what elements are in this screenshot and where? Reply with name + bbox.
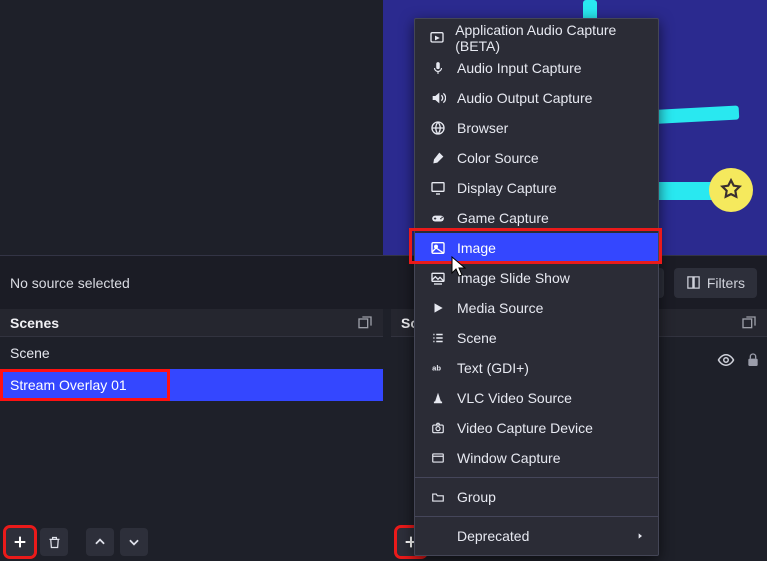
vlc-icon (429, 390, 447, 406)
no-source-label: No source selected (10, 275, 130, 291)
ctx-item-label: Media Source (457, 300, 543, 316)
submenu-arrow-icon (636, 530, 644, 542)
remove-scene-button[interactable] (40, 528, 68, 556)
brush-icon (429, 150, 447, 166)
ctx-item-label: Window Capture (457, 450, 561, 466)
ctx-item-label: Group (457, 489, 496, 505)
scene-label: Scene (10, 345, 50, 361)
scenes-panel-header: Scenes (0, 309, 383, 337)
filters-button[interactable]: Filters (674, 268, 757, 298)
ctx-item-label: Audio Input Capture (457, 60, 582, 76)
globe-icon (429, 120, 447, 136)
ctx-item-application-audio-capture-beta[interactable]: Application Audio Capture (BETA) (415, 23, 658, 53)
ctx-item-label: Text (GDI+) (457, 360, 529, 376)
mic-icon (429, 60, 447, 76)
monitor-icon (429, 180, 447, 196)
slideshow-icon (429, 270, 447, 286)
menu-separator (415, 516, 658, 517)
ctx-item-browser[interactable]: Browser (415, 113, 658, 143)
ctx-item-scene[interactable]: Scene (415, 323, 658, 353)
annotation-box (0, 369, 170, 401)
star-icon (709, 168, 753, 212)
ctx-item-label: Image (457, 240, 496, 256)
ctx-item-label: Display Capture (457, 180, 557, 196)
ctx-item-window-capture[interactable]: Window Capture (415, 443, 658, 473)
ctx-item-media-source[interactable]: Media Source (415, 293, 658, 323)
ctx-item-text-gdi[interactable]: ab Text (GDI+) (415, 353, 658, 383)
ctx-item-label: VLC Video Source (457, 390, 572, 406)
scene-item[interactable]: Scene (0, 337, 383, 369)
scenes-title: Scenes (10, 315, 59, 331)
camera-icon (429, 421, 447, 435)
ctx-item-image-slide-show[interactable]: Image Slide Show (415, 263, 658, 293)
move-scene-up-button[interactable] (86, 528, 114, 556)
ctx-item-display-capture[interactable]: Display Capture (415, 173, 658, 203)
ctx-item-label: Browser (457, 120, 508, 136)
ctx-item-deprecated[interactable]: Deprecated (415, 521, 658, 551)
dock-icon[interactable] (357, 315, 373, 331)
ctx-item-audio-input-capture[interactable]: Audio Input Capture (415, 53, 658, 83)
app-audio-icon (429, 30, 445, 46)
add-scene-button[interactable] (6, 528, 34, 556)
speaker-icon (429, 90, 447, 106)
ctx-item-label: Deprecated (457, 528, 529, 544)
ctx-item-label: Video Capture Device (457, 420, 593, 436)
ctx-item-video-capture-device[interactable]: Video Capture Device (415, 413, 658, 443)
ctx-item-label: Color Source (457, 150, 539, 166)
ctx-item-game-capture[interactable]: Game Capture (415, 203, 658, 233)
dock-icon[interactable] (741, 315, 757, 331)
lock-icon[interactable] (745, 351, 761, 369)
menu-separator (415, 477, 658, 478)
list-icon (429, 331, 447, 345)
ctx-item-label: Image Slide Show (457, 270, 570, 286)
svg-text:ab: ab (432, 363, 441, 372)
move-scene-down-button[interactable] (120, 528, 148, 556)
add-source-context-menu: Application Audio Capture (BETA) Audio In… (414, 18, 659, 556)
ctx-item-audio-output-capture[interactable]: Audio Output Capture (415, 83, 658, 113)
play-icon (429, 301, 447, 315)
folder-icon (429, 490, 447, 504)
scenes-list: Scene Stream Overlay 01 (0, 337, 383, 532)
ctx-item-label: Application Audio Capture (BETA) (455, 22, 644, 54)
ctx-item-label: Scene (457, 330, 497, 346)
ctx-item-vlc-video-source[interactable]: VLC Video Source (415, 383, 658, 413)
ctx-item-color-source[interactable]: Color Source (415, 143, 658, 173)
ctx-item-label: Audio Output Capture (457, 90, 592, 106)
image-icon (429, 240, 447, 256)
window-icon (429, 451, 447, 465)
scenes-bottom-bar (0, 523, 383, 561)
ctx-item-image[interactable]: Image (415, 233, 658, 263)
text-icon: ab (429, 361, 447, 375)
eye-icon[interactable] (717, 351, 735, 369)
ctx-item-label: Game Capture (457, 210, 549, 226)
gamepad-icon (429, 211, 447, 225)
filters-icon (686, 275, 701, 290)
filters-label: Filters (707, 275, 745, 291)
ctx-item-group[interactable]: Group (415, 482, 658, 512)
